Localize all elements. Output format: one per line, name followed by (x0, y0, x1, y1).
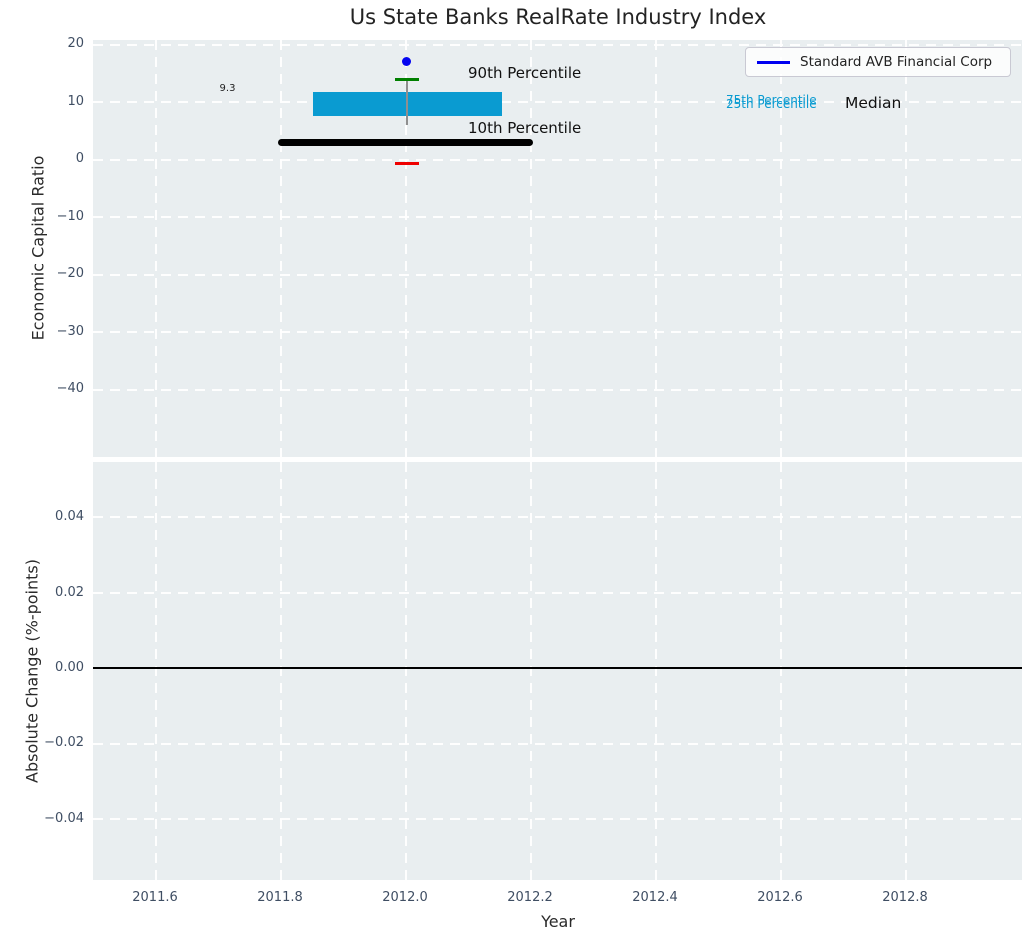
y-tick-label: 20 (67, 36, 84, 51)
x-tick-label: 2012.6 (757, 890, 803, 905)
annotation-25th-percentile: 25th Percentile (726, 97, 817, 111)
y-axis-label-top: Economic Capital Ratio (28, 155, 48, 341)
x-axis-label: Year (541, 912, 575, 931)
gridline-vertical (530, 462, 532, 880)
bottom-plot-area (93, 462, 1022, 880)
gridline-vertical (780, 462, 782, 880)
x-tick-label: 2012.4 (632, 890, 678, 905)
x-tick-label: 2011.8 (257, 890, 303, 905)
gridline-horizontal (93, 216, 1022, 218)
y-tick-label: 0.02 (55, 585, 84, 600)
percentile-90-cap (395, 78, 419, 81)
median-value-label: 9.3 (219, 83, 236, 94)
gridline-horizontal (93, 274, 1022, 276)
median-line (278, 139, 533, 146)
gridline-vertical (280, 462, 282, 880)
gridline-horizontal (93, 159, 1022, 161)
y-tick-label: −0.04 (44, 811, 84, 826)
y-tick-label: −0.02 (44, 735, 84, 750)
annotation-90th-percentile: 90th Percentile (468, 64, 582, 82)
percentile-whisker-line (406, 79, 408, 125)
company-data-point (402, 57, 411, 66)
legend: Standard AVB Financial Corp (745, 47, 1011, 77)
gridline-horizontal (93, 818, 1022, 820)
y-tick-label: 0.04 (55, 509, 84, 524)
y-tick-label: −40 (56, 381, 84, 396)
gridline-horizontal (93, 331, 1022, 333)
percentile-10-cap (395, 162, 419, 165)
gridline-vertical (655, 462, 657, 880)
legend-line-sample (757, 61, 790, 64)
gridline-vertical (530, 40, 532, 457)
x-tick-label: 2012.8 (882, 890, 928, 905)
gridline-vertical (280, 40, 282, 457)
gridline-vertical (405, 462, 407, 880)
y-tick-label: 10 (67, 94, 84, 109)
y-axis-label-bottom: Absolute Change (%-points) (22, 559, 42, 783)
zero-reference-line (93, 667, 1022, 669)
gridline-vertical (155, 40, 157, 457)
gridline-vertical (655, 40, 657, 457)
annotation-median: Median (845, 94, 902, 112)
gridline-vertical (905, 40, 907, 457)
x-tick-label: 2012.0 (382, 890, 428, 905)
chart-title: Us State Banks RealRate Industry Index (349, 5, 767, 29)
x-tick-label: 2011.6 (132, 890, 178, 905)
gridline-vertical (155, 462, 157, 880)
gridline-horizontal (93, 389, 1022, 391)
gridline-horizontal (93, 516, 1022, 518)
legend-label: Standard AVB Financial Corp (800, 54, 993, 70)
gridline-vertical (905, 462, 907, 880)
annotation-10th-percentile: 10th Percentile (468, 119, 582, 137)
gridline-horizontal (93, 743, 1022, 745)
top-plot-area: 9.3 90th Percentile 10th Percentile 75th… (93, 40, 1022, 457)
gridline-horizontal (93, 592, 1022, 594)
x-tick-label: 2012.2 (507, 890, 553, 905)
y-tick-label: 0.00 (55, 660, 84, 675)
gridline-horizontal (93, 44, 1022, 46)
figure: Us State Banks RealRate Industry Index 9… (0, 0, 1034, 942)
